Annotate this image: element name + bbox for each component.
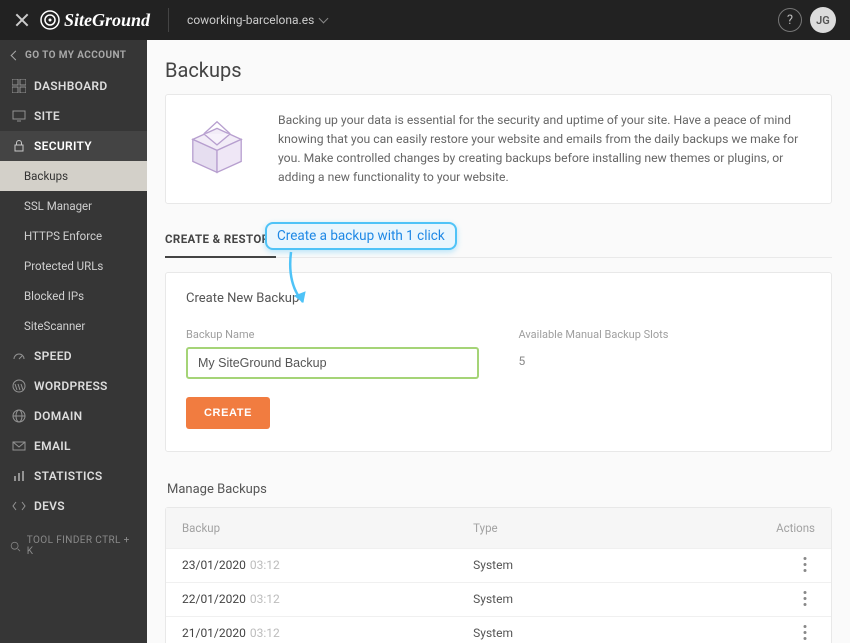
col-header-backup: Backup	[182, 521, 473, 535]
col-header-actions: Actions	[771, 521, 815, 535]
chevron-down-icon	[319, 13, 329, 23]
sidebar-item-dashboard[interactable]: DASHBOARD	[0, 71, 147, 101]
sidebar-item-statistics[interactable]: STATISTICS	[0, 461, 147, 491]
chart-icon	[12, 469, 26, 483]
cell-backup: 21/01/202003:12	[182, 626, 473, 640]
box-illustration	[184, 113, 250, 179]
col-header-type: Type	[473, 521, 771, 535]
slots-value: 5	[519, 347, 812, 368]
site-name: coworking-barcelona.es	[187, 13, 314, 27]
sidebar-item-label: SECURITY	[34, 139, 92, 153]
help-button[interactable]: ?	[778, 8, 802, 32]
monitor-icon	[12, 109, 26, 123]
row-actions-button[interactable]	[795, 588, 815, 608]
sidebar-item-label: WORDPRESS	[34, 379, 108, 393]
topbar: SiteGround coworking-barcelona.es ? JG	[0, 0, 850, 40]
row-actions-button[interactable]	[795, 554, 815, 574]
create-backup-title: Create New Backup	[186, 291, 811, 306]
sidebar-item-label: DOMAIN	[34, 409, 82, 423]
search-icon	[10, 541, 21, 552]
logo[interactable]: SiteGround	[40, 10, 150, 31]
wordpress-icon	[12, 379, 26, 393]
sidebar-sub-protected-urls[interactable]: Protected URLs	[0, 251, 147, 281]
sidebar-item-domain[interactable]: DOMAIN	[0, 401, 147, 431]
tool-finder-link[interactable]: TOOL FINDER CTRL + K	[0, 521, 147, 571]
cell-backup: 23/01/202003:12	[182, 558, 473, 572]
avatar[interactable]: JG	[810, 7, 836, 33]
cell-backup: 22/01/202003:12	[182, 592, 473, 606]
sidebar-item-devs[interactable]: DEVS	[0, 491, 147, 521]
sidebar-item-wordpress[interactable]: WORDPRESS	[0, 371, 147, 401]
sidebar-item-label: DASHBOARD	[34, 79, 107, 93]
table-row: 22/01/202003:12System	[166, 582, 831, 616]
sidebar-item-label: SITE	[34, 109, 60, 123]
sidebar-sub-https[interactable]: HTTPS Enforce	[0, 221, 147, 251]
gauge-icon	[12, 349, 26, 363]
create-backup-panel: Create New Backup Backup Name Available …	[165, 272, 832, 452]
tab-create-restore[interactable]: CREATE & RESTORE	[165, 230, 276, 258]
backup-name-label: Backup Name	[186, 328, 479, 341]
sidebar-sub-blocked-ips[interactable]: Blocked IPs	[0, 281, 147, 311]
close-button[interactable]	[14, 12, 30, 28]
sidebar-item-label: EMAIL	[34, 439, 71, 453]
info-text: Backing up your data is essential for th…	[278, 111, 813, 187]
create-button[interactable]: CREATE	[186, 397, 270, 429]
tabs: CREATE & RESTORE RESTORE HISTORY	[165, 230, 832, 258]
cell-type: System	[473, 592, 771, 606]
sidebar-item-security[interactable]: SECURITY	[0, 131, 147, 161]
manage-backups-title: Manage Backups	[167, 482, 832, 497]
sidebar-item-label: DEVS	[34, 499, 65, 513]
sidebar-item-label: SPEED	[34, 349, 72, 363]
lock-icon	[12, 139, 26, 153]
sidebar-sub-ssl[interactable]: SSL Manager	[0, 191, 147, 221]
table-row: 23/01/202003:12System	[166, 548, 831, 582]
content-area: Backups Backing up your data is essentia…	[147, 40, 850, 643]
sidebar-item-site[interactable]: SITE	[0, 101, 147, 131]
backup-name-input[interactable]	[186, 347, 479, 379]
tab-restore-history[interactable]: RESTORE HISTORY	[300, 230, 406, 257]
sidebar-sub-backups[interactable]: Backups	[0, 161, 147, 191]
page-title: Backups	[165, 58, 832, 82]
sidebar-item-email[interactable]: EMAIL	[0, 431, 147, 461]
table-row: 21/01/202003:12System	[166, 616, 831, 643]
site-selector[interactable]: coworking-barcelona.es	[187, 13, 327, 27]
go-back-label: GO TO MY ACCOUNT	[25, 50, 126, 61]
go-to-account-link[interactable]: GO TO MY ACCOUNT	[0, 40, 147, 71]
table-header: Backup Type Actions	[166, 508, 831, 548]
row-actions-button[interactable]	[795, 622, 815, 642]
cell-type: System	[473, 558, 771, 572]
sidebar-sub-sitescanner[interactable]: SiteScanner	[0, 311, 147, 341]
tool-finder-label: TOOL FINDER CTRL + K	[27, 535, 137, 557]
mail-icon	[12, 439, 26, 453]
code-icon	[12, 499, 26, 513]
cell-type: System	[473, 626, 771, 640]
sidebar-item-label: STATISTICS	[34, 469, 103, 483]
grid-icon	[12, 79, 26, 93]
info-box: Backing up your data is essential for th…	[165, 94, 832, 204]
arrow-left-icon	[11, 51, 21, 61]
sidebar: GO TO MY ACCOUNT DASHBOARD SITE SECURITY…	[0, 40, 147, 643]
backups-table: Backup Type Actions 23/01/202003:12Syste…	[165, 507, 832, 643]
globe-icon	[12, 409, 26, 423]
slots-label: Available Manual Backup Slots	[519, 328, 812, 341]
divider	[168, 8, 169, 32]
sidebar-item-speed[interactable]: SPEED	[0, 341, 147, 371]
